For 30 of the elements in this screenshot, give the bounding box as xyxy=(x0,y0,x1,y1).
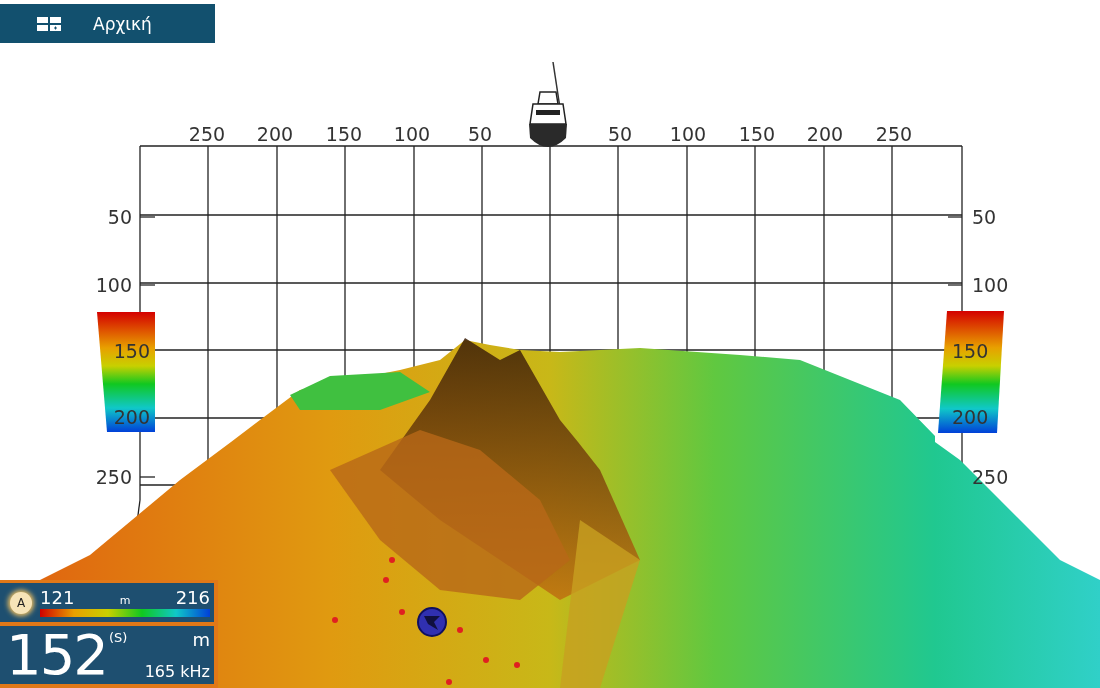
depth-value: 152 xyxy=(6,626,107,684)
axis-label: 250 xyxy=(875,123,913,145)
axis-label: 150 xyxy=(738,123,776,145)
fish-target-icon xyxy=(417,607,447,637)
auto-mode-badge: A xyxy=(10,591,32,614)
depth-unit: m xyxy=(192,630,210,650)
axis-label: 100 xyxy=(669,123,707,145)
axis-label: 200 xyxy=(256,123,294,145)
range-max: 216 xyxy=(175,588,210,608)
axis-label: 150 xyxy=(325,123,363,145)
axis-label: 100 xyxy=(393,123,431,145)
axis-label: 200 xyxy=(113,406,150,428)
axis-label: 250 xyxy=(188,123,226,145)
grid-icon xyxy=(37,16,61,31)
axis-label: 150 xyxy=(113,340,150,362)
axis-label: 50 xyxy=(972,206,997,228)
axis-label: 100 xyxy=(95,274,132,296)
frequency: 165 kHz xyxy=(144,663,210,681)
axis-label: 50 xyxy=(107,206,132,228)
axis-label: 100 xyxy=(972,274,1009,296)
axis-label: 50 xyxy=(467,123,493,145)
axis-label: 50 xyxy=(607,123,633,145)
axis-label: 200 xyxy=(952,406,989,428)
home-button[interactable]: Αρχική xyxy=(0,4,215,43)
range-unit: m xyxy=(119,594,131,607)
range-min: 121 xyxy=(40,588,75,608)
depth-source: (S) xyxy=(108,630,128,647)
axis-label: 250 xyxy=(95,466,132,488)
axis-label: 200 xyxy=(806,123,844,145)
axis-label: 150 xyxy=(952,340,989,362)
